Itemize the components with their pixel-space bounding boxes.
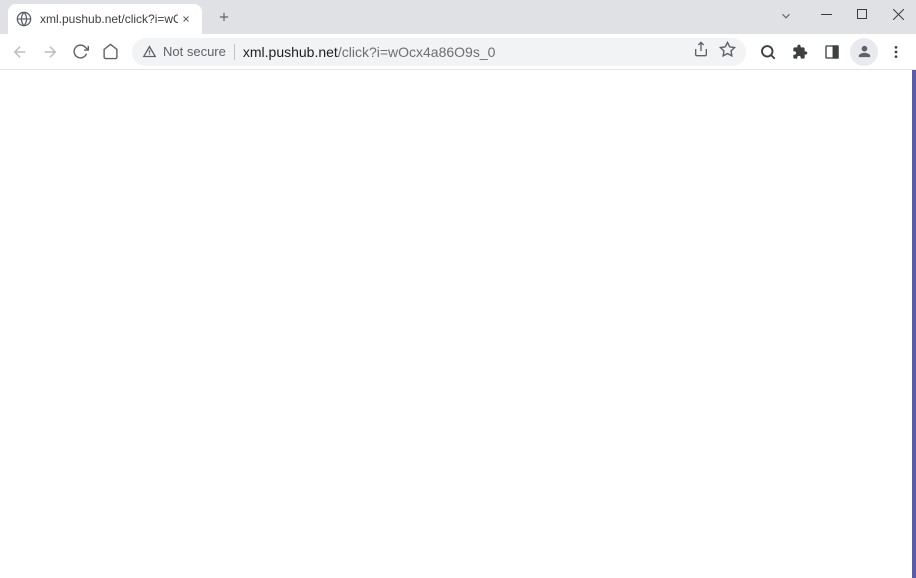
divider <box>234 44 235 60</box>
toolbar: Not secure xml.pushub.net/click?i=wOcx4a… <box>0 34 916 70</box>
window-controls <box>808 0 916 28</box>
warning-icon <box>142 44 157 59</box>
forward-button[interactable] <box>36 38 64 66</box>
security-indicator[interactable]: Not secure <box>142 44 226 59</box>
globe-icon <box>16 11 32 27</box>
url-domain: xml.pushub.net <box>243 44 338 60</box>
minimize-button[interactable] <box>808 0 844 28</box>
title-bar: xml.pushub.net/click?i=wOcx4a8 <box>0 0 916 34</box>
sidepanel-button[interactable] <box>818 38 846 66</box>
tabs-dropdown-button[interactable] <box>774 4 798 28</box>
browser-tab[interactable]: xml.pushub.net/click?i=wOcx4a8 <box>8 4 202 34</box>
bookmark-icon[interactable] <box>719 41 736 63</box>
close-tab-button[interactable] <box>178 11 194 27</box>
toolbar-actions <box>754 38 910 66</box>
address-bar[interactable]: Not secure xml.pushub.net/click?i=wOcx4a… <box>132 38 746 66</box>
url-path: /click?i=wOcx4a86O9s_0 <box>338 44 496 60</box>
maximize-button[interactable] <box>844 0 880 28</box>
extensions-button[interactable] <box>786 38 814 66</box>
profile-button[interactable] <box>850 38 878 66</box>
back-button[interactable] <box>6 38 34 66</box>
omnibox-actions <box>693 41 736 63</box>
close-window-button[interactable] <box>880 0 916 28</box>
share-icon[interactable] <box>693 41 709 62</box>
page-content <box>0 70 916 578</box>
new-tab-button[interactable] <box>210 3 238 31</box>
home-button[interactable] <box>96 38 124 66</box>
menu-button[interactable] <box>882 38 910 66</box>
reload-button[interactable] <box>66 38 94 66</box>
search-button[interactable] <box>754 38 782 66</box>
security-label: Not secure <box>163 44 226 59</box>
tab-title: xml.pushub.net/click?i=wOcx4a8 <box>40 12 178 26</box>
url-display: xml.pushub.net/click?i=wOcx4a86O9s_0 <box>243 44 685 60</box>
